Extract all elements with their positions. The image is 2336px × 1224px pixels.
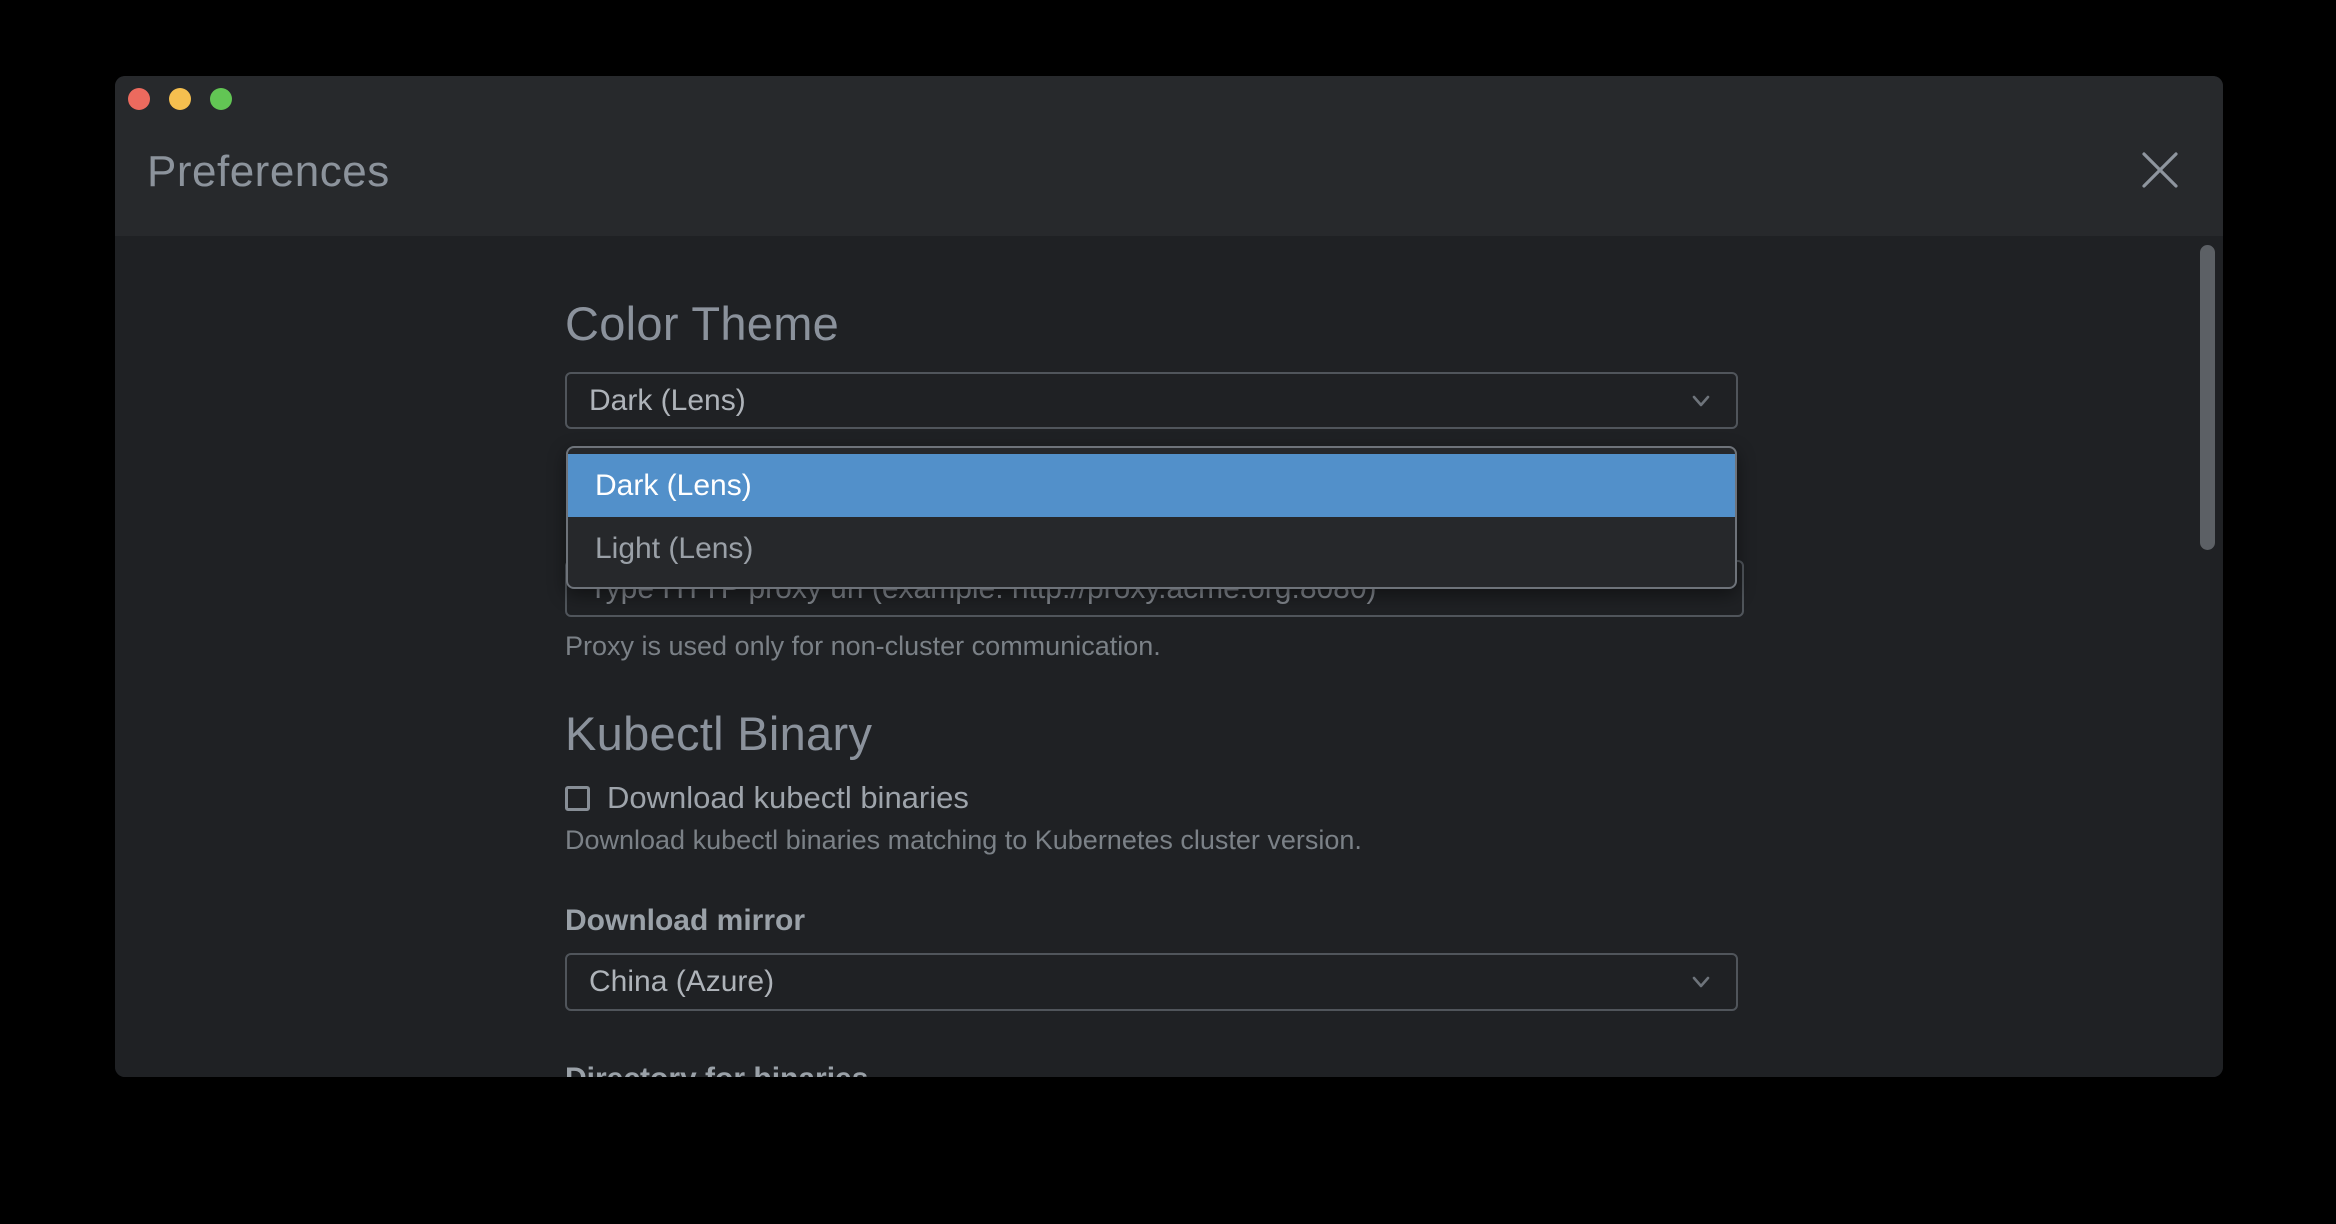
color-theme-heading: Color Theme (565, 300, 1738, 347)
vertical-scrollbar-thumb[interactable] (2200, 245, 2215, 550)
close-button[interactable] (2132, 144, 2188, 200)
download-mirror-select-value: China (Azure) (589, 965, 774, 999)
preferences-content: Color Theme Dark (Lens) Dark (Lens) Ligh… (115, 236, 2223, 1077)
traffic-lights (128, 88, 232, 110)
download-kubectl-row: Download kubectl binaries (565, 780, 1738, 816)
dropdown-option-label: Light (Lens) (595, 532, 753, 566)
preferences-window: Preferences Color Theme Dark (Lens) Dark… (115, 76, 2223, 1077)
dropdown-option-dark[interactable]: Dark (Lens) (568, 454, 1735, 517)
minimize-traffic-light-icon[interactable] (169, 88, 191, 110)
dropdown-option-label: Dark (Lens) (595, 469, 752, 503)
kubectl-binary-heading: Kubectl Binary (565, 710, 1738, 757)
chevron-down-icon (1686, 967, 1716, 997)
download-kubectl-checkbox[interactable] (565, 786, 590, 811)
close-icon (2139, 149, 2181, 196)
color-theme-select[interactable]: Dark (Lens) (565, 372, 1738, 429)
chevron-down-icon (1686, 386, 1716, 416)
proxy-caption: Proxy is used only for non-cluster commu… (565, 630, 1738, 662)
dropdown-option-light[interactable]: Light (Lens) (568, 517, 1735, 580)
directory-for-binaries-label: Directory for binaries (565, 1062, 1738, 1077)
zoom-traffic-light-icon[interactable] (210, 88, 232, 110)
download-mirror-select[interactable]: China (Azure) (565, 953, 1738, 1011)
color-theme-select-value: Dark (Lens) (589, 384, 746, 418)
download-mirror-label: Download mirror (565, 904, 1738, 938)
titlebar: Preferences (115, 76, 2223, 236)
kubectl-caption: Download kubectl binaries matching to Ku… (565, 824, 1738, 856)
color-theme-dropdown: Dark (Lens) Light (Lens) (566, 446, 1737, 589)
close-traffic-light-icon[interactable] (128, 88, 150, 110)
download-kubectl-label[interactable]: Download kubectl binaries (607, 780, 969, 816)
page-title: Preferences (147, 150, 390, 194)
